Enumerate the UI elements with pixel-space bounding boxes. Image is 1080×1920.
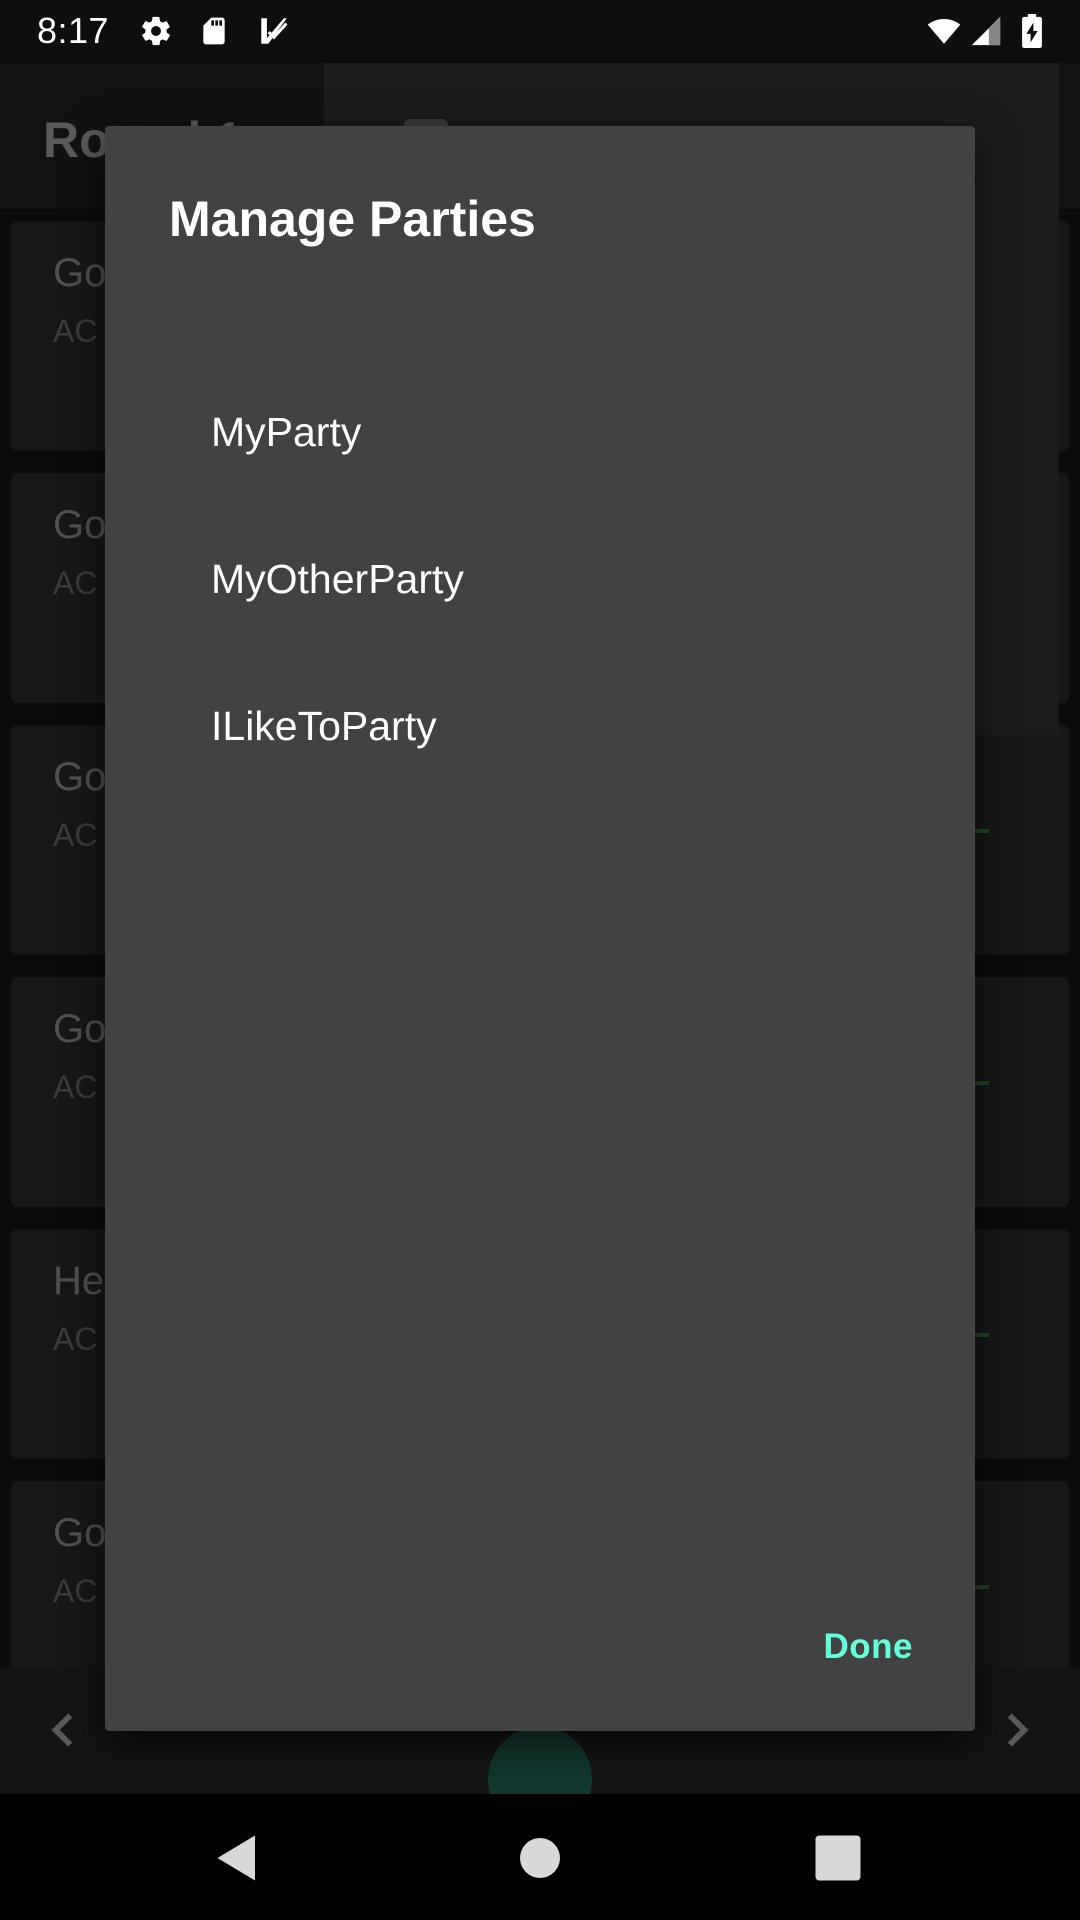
battery-charging-icon (1022, 14, 1042, 48)
sd-card-icon (203, 17, 225, 45)
done-button[interactable]: Done (824, 1627, 914, 1667)
recents-icon[interactable] (808, 1828, 868, 1888)
party-label: MyParty (211, 409, 362, 455)
party-label: MyOtherParty (211, 556, 464, 602)
home-icon[interactable] (510, 1828, 570, 1888)
signal-icon (971, 16, 1001, 46)
party-label: ILikeToParty (211, 703, 437, 749)
manage-parties-dialog: Manage Parties MyParty MyOtherParty ILik… (105, 126, 975, 1731)
dialog-title: Manage Parties (169, 191, 536, 247)
system-navigation-bar (0, 1794, 1080, 1920)
status-bar: 8:17 (0, 0, 1080, 63)
party-item[interactable]: ILikeToParty (105, 669, 975, 789)
back-icon[interactable] (210, 1828, 270, 1888)
party-item[interactable]: MyOtherParty (105, 522, 975, 642)
notification-check-icon (261, 18, 288, 44)
status-time: 8:17 (37, 10, 110, 51)
party-item[interactable]: MyParty (105, 375, 975, 495)
gear-icon (142, 16, 170, 46)
wifi-icon (927, 18, 961, 44)
